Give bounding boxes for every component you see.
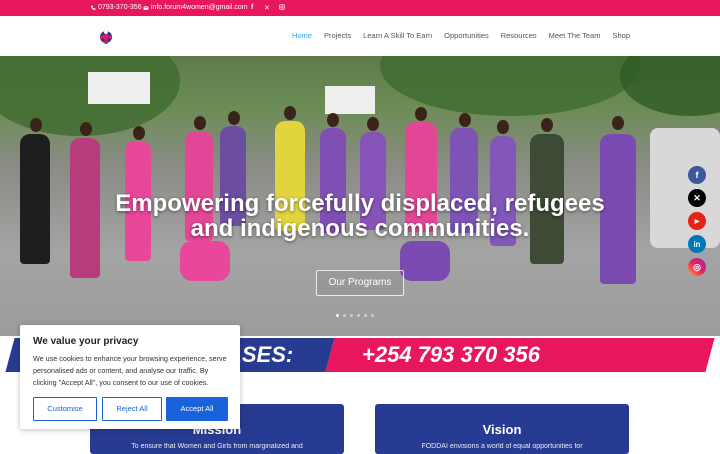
vision-text: FODDAI envisions a world of equal opport… — [421, 443, 583, 450]
email-icon — [143, 5, 149, 10]
cookie-text: We use cookies to enhance your browsing … — [33, 354, 227, 387]
x-icon[interactable]: ✕ — [688, 189, 706, 207]
x-icon: ✕ — [264, 5, 270, 12]
top-bar: 0793-370-356 info.forum4women@gmail.com … — [0, 0, 720, 16]
tree-foliage — [620, 56, 720, 116]
linkedin-icon[interactable]: in — [688, 235, 706, 253]
email-contact[interactable]: info.forum4women@gmail.com — [143, 4, 248, 11]
accept-all-button[interactable]: Accept All — [166, 397, 228, 421]
phone-text: 0793-370-356 — [98, 4, 142, 11]
slider-dot[interactable] — [350, 314, 353, 317]
nav-shop[interactable]: Shop — [612, 31, 630, 40]
nav-resources[interactable]: Resources — [501, 31, 537, 40]
phone-contact[interactable]: 0793-370-356 — [90, 4, 142, 11]
nav-home[interactable]: Home — [292, 31, 312, 40]
facebook-top-link[interactable]: f — [251, 4, 253, 11]
slider-dot[interactable] — [371, 314, 374, 317]
our-programs-button[interactable]: Our Programs — [316, 270, 404, 296]
hero-title: Empowering forcefully displaced, refugee… — [0, 191, 720, 241]
slider-dot[interactable] — [364, 314, 367, 317]
nav-learn-skill[interactable]: Learn A Skill To Earn — [363, 31, 432, 40]
facebook-icon: f — [251, 4, 254, 11]
instagram-icon — [279, 4, 285, 10]
nav-opportunities[interactable]: Opportunities — [444, 31, 489, 40]
banner-phone[interactable]: +254 793 370 356 — [362, 342, 540, 368]
instagram-icon[interactable]: ◎ — [688, 258, 706, 276]
floating-social-bar: f ✕ ▶ in ◎ — [688, 166, 706, 276]
cookie-title: We value your privacy — [33, 336, 139, 347]
hero-title-line2: and indigenous communities. — [190, 215, 530, 242]
phone-icon — [91, 5, 96, 10]
instagram-top-link[interactable] — [279, 4, 285, 10]
mission-text: To ensure that Women and Girls from marg… — [131, 443, 303, 450]
x-top-link[interactable]: ✕ — [264, 4, 270, 12]
reject-all-button[interactable]: Reject All — [102, 397, 162, 421]
vision-card: Vision FODDAI envisions a world of equal… — [375, 404, 629, 454]
vision-title: Vision — [482, 422, 522, 437]
slider-dot[interactable] — [336, 314, 339, 317]
youtube-icon[interactable]: ▶ — [688, 212, 706, 230]
nav-menu: Home Projects Learn A Skill To Earn Oppo… — [292, 31, 630, 40]
logo[interactable] — [98, 28, 114, 46]
slider-dots — [336, 314, 374, 317]
banner-sign — [325, 86, 375, 114]
cookie-consent-dialog: We value your privacy We use cookies to … — [20, 325, 240, 429]
hero-slider: Empowering forcefully displaced, refugee… — [0, 56, 720, 336]
nav-meet-team[interactable]: Meet The Team — [549, 31, 601, 40]
slider-dot[interactable] — [357, 314, 360, 317]
customise-button[interactable]: Customise — [33, 397, 97, 421]
facebook-icon[interactable]: f — [688, 166, 706, 184]
email-text: info.forum4women@gmail.com — [151, 4, 248, 11]
banner-sign — [88, 72, 150, 104]
hero-title-line1: Empowering forcefully displaced, refugee… — [115, 190, 605, 217]
main-navigation: Home Projects Learn A Skill To Earn Oppo… — [0, 16, 720, 57]
nav-projects[interactable]: Projects — [324, 31, 351, 40]
slider-dot[interactable] — [343, 314, 346, 317]
